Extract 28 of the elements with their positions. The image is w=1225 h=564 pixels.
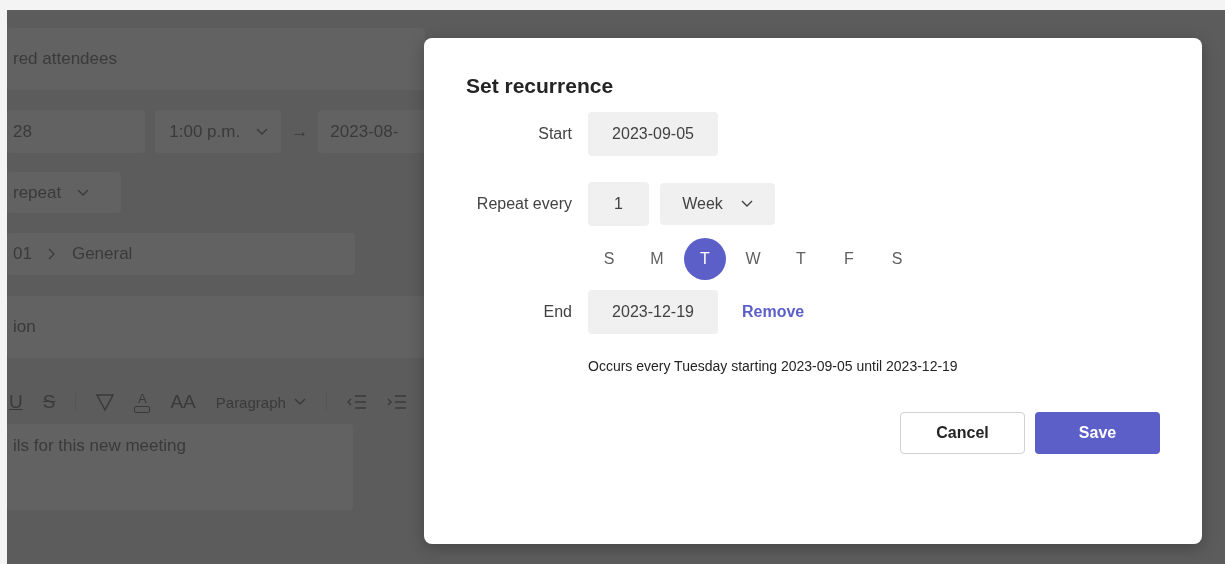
chevron-down-icon (293, 398, 306, 406)
outdent-icon[interactable] (346, 394, 367, 410)
end-label: End (542, 303, 572, 321)
recurrence-summary: Occurs every Tuesday starting 2023-09-05 until 2023-12-19 (588, 358, 959, 374)
chevron-down-icon (740, 200, 753, 208)
weekday-toggle[interactable]: S (876, 238, 918, 280)
weekday-toggle[interactable]: S (588, 238, 630, 280)
remove-link[interactable]: Remove (742, 303, 805, 321)
end-date-field[interactable]: 2023-12-19 (588, 290, 718, 334)
cancel-button[interactable]: Cancel (900, 412, 1025, 454)
weekday-toggle[interactable]: T (780, 238, 822, 280)
repeat-unit-dropdown[interactable]: Week (660, 183, 775, 225)
weekday-toggle[interactable]: W (732, 238, 774, 280)
weekday-toggle[interactable]: M (636, 238, 678, 280)
indent-icon[interactable] (386, 394, 407, 410)
start-label: Start (537, 125, 572, 143)
chevron-down-icon (256, 127, 269, 136)
start-date-field[interactable]: 2023-09-05 (588, 112, 718, 156)
save-button[interactable]: Save (1035, 412, 1160, 454)
dialog-title: Set recurrence (466, 74, 615, 98)
weekday-toggle[interactable]: T (684, 238, 726, 280)
arrow-text: → (291, 121, 309, 142)
chevron-right-icon (47, 248, 56, 260)
weekday-toggle[interactable]: F (828, 238, 870, 280)
highlighter-icon[interactable] (96, 392, 115, 412)
repeat-count-field[interactable]: 1 (588, 182, 649, 226)
chevron-down-icon (77, 188, 90, 197)
repeat-label: Repeat every (475, 195, 572, 213)
